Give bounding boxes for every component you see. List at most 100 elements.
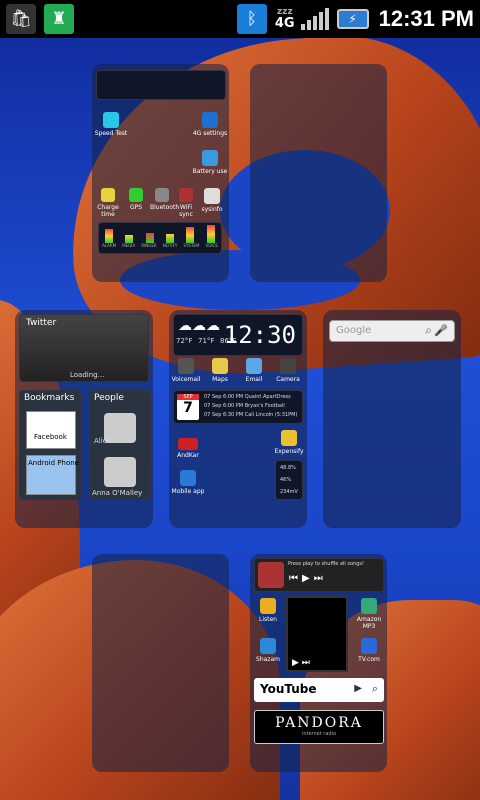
market-bag-icon[interactable]: 🛍 <box>6 4 36 34</box>
app-label: Shazam <box>256 656 280 663</box>
people-widget[interactable]: People Alice Anna O'Malley <box>89 390 151 500</box>
eq-label: ALARM <box>102 243 117 248</box>
power-label-4: WiFi sync <box>174 188 198 218</box>
twitter-status: Loading... <box>70 371 105 379</box>
app-label: TV.com <box>358 656 380 663</box>
app-label: Camera <box>276 376 300 383</box>
screen-3-thumbnail[interactable]: Twitter Loading... Bookmarks Facebook An… <box>15 310 153 528</box>
battery-icon: ⚡ <box>336 9 369 29</box>
contact-name: Anna O'Malley <box>92 489 143 497</box>
calendar-widget[interactable]: SEP 7 07 Sep 6:00 PM Quaint ApartDress 0… <box>173 390 303 424</box>
app-label: Email <box>245 376 263 383</box>
bookmarks-widget[interactable]: Bookmarks Facebook Android Phone <box>19 390 81 500</box>
calendar-date: SEP 7 <box>177 394 199 420</box>
youtube-logo: YouTube <box>260 682 317 696</box>
google-search-widget[interactable]: Google ⌕ 🎤 <box>329 320 455 342</box>
power-label: Charge time <box>97 204 119 218</box>
screen-1-thumbnail[interactable]: Speed Test 4G settings Battery use Charg… <box>92 64 229 282</box>
app-label: Amazon MP3 <box>356 616 382 630</box>
bookmark-thumb-1[interactable] <box>26 411 76 449</box>
search-icon[interactable]: ⌕ <box>425 323 432 338</box>
app-shazam[interactable]: Shazam <box>252 638 284 663</box>
app-amazon-mp3[interactable]: Amazon MP3 <box>352 598 386 630</box>
eq-label: SYSTEM <box>183 243 200 248</box>
people-title: People <box>94 393 124 403</box>
network-type: 4G <box>274 16 295 31</box>
app-label: Maps <box>212 376 228 383</box>
power-label-3: Bluetooth <box>150 188 179 211</box>
app-label: Speed Test <box>94 130 128 137</box>
app-email[interactable]: Email <box>239 358 269 383</box>
mini-stats-widget[interactable]: 48.8% 46% 234mV <box>275 460 303 500</box>
app-tvcom[interactable]: TV.com <box>352 638 386 663</box>
power-control-widget[interactable] <box>96 70 226 100</box>
app-andkar[interactable]: AndKar <box>171 438 205 459</box>
contact-avatar <box>104 457 136 487</box>
screen-4-thumbnail[interactable]: ☁☁☁ 72°F 71°F 86°F 12:30 Voicemail Maps … <box>169 310 307 528</box>
pandora-subtitle: internet radio <box>301 731 337 737</box>
video-controls[interactable]: ▶ ⏭ <box>292 658 310 668</box>
weather-temp: 72°F <box>176 337 193 345</box>
stat-value: 46% <box>280 477 292 483</box>
eq-label: RINGER <box>141 243 157 248</box>
app-label: Voicemail <box>171 376 201 383</box>
bookmark-label: Facebook <box>34 433 67 441</box>
castle-icon[interactable]: ♜ <box>44 4 74 34</box>
player-prompt: Press play to shuffle all songs! <box>288 561 365 567</box>
screen-6-thumbnail[interactable] <box>92 554 229 772</box>
twitter-widget[interactable]: Twitter Loading... <box>19 314 149 382</box>
eq-label: NOTIFY <box>162 243 178 248</box>
app-label: sysinfo <box>201 206 223 213</box>
youtube-widget[interactable]: YouTube ▶ ⌕ <box>254 678 384 702</box>
power-label-2: GPS <box>124 188 148 211</box>
clock-time: 12:30 <box>223 321 296 349</box>
search-icon[interactable]: ⌕ <box>372 682 378 696</box>
app-label: Battery use <box>192 168 228 175</box>
video-widget[interactable]: ▶ ⏭ <box>286 596 348 672</box>
app-camera[interactable]: Camera <box>273 358 303 383</box>
app-voicemail[interactable]: Voicemail <box>171 358 201 383</box>
weather-clock-widget[interactable]: ☁☁☁ 72°F 71°F 86°F 12:30 <box>173 314 303 356</box>
calendar-event: 07 Sep 6:00 PM Quaint ApartDress <box>204 394 291 400</box>
contact-name: Alice <box>94 437 111 445</box>
network-indicator: zzz 4G <box>274 8 295 31</box>
music-player-widget[interactable]: Press play to shuffle all songs! ⏮▶⏭ <box>254 558 384 592</box>
calendar-event: 07 Sep 6:00 PM Bryan's Football <box>204 403 285 409</box>
microphone-icon[interactable]: 🎤 <box>434 324 448 337</box>
signal-icon <box>300 8 329 30</box>
status-clock: 12:31 PM <box>378 6 474 31</box>
video-camera-icon[interactable]: ▶ <box>354 683 362 694</box>
app-label: Mobile app <box>171 488 205 495</box>
status-bar: 🛍 ♜ ᛒ zzz 4G ⚡ 12:31 PM <box>0 0 480 38</box>
bookmarks-title: Bookmarks <box>24 393 75 403</box>
pandora-logo: PANDORA <box>275 715 363 731</box>
app-maps[interactable]: Maps <box>205 358 235 383</box>
eq-label: MEDIA <box>122 243 136 248</box>
stat-value: 234mV <box>280 489 298 495</box>
search-placeholder: Google <box>336 325 372 336</box>
screen-2-thumbnail[interactable] <box>250 64 387 282</box>
app-label: Listen <box>259 616 277 623</box>
screen-5-thumbnail[interactable]: Google ⌕ 🎤 <box>323 310 461 528</box>
app-label: AndKar <box>177 452 199 459</box>
player-controls[interactable]: ⏮▶⏭ <box>289 573 327 584</box>
pandora-widget[interactable]: PANDORA internet radio <box>254 710 384 744</box>
eq-label: VOICE <box>205 243 218 248</box>
bookmark-label: Android Phone <box>28 459 79 467</box>
power-label: WiFi sync <box>179 204 193 218</box>
app-sysinfo[interactable]: sysinfo <box>196 188 228 213</box>
app-speed-test[interactable]: Speed Test <box>94 112 128 137</box>
app-4g-settings[interactable]: 4G settings <box>192 112 228 137</box>
app-battery-use[interactable]: Battery use <box>192 150 228 175</box>
app-listen[interactable]: Listen <box>252 598 284 623</box>
cloud-icon: ☁☁☁ <box>178 318 220 334</box>
app-label: 4G settings <box>192 130 228 137</box>
screen-7-thumbnail[interactable]: Press play to shuffle all songs! ⏮▶⏭ Lis… <box>250 554 387 772</box>
app-mobile[interactable]: Mobile app <box>171 470 205 495</box>
app-expensify[interactable]: Expensify <box>273 430 305 455</box>
calendar-event: 07 Sep 6:30 PM Call Lincoln (5:31PM) <box>204 412 298 418</box>
volume-widget[interactable]: ALARM MEDIA RINGER NOTIFY SYSTEM VOICE <box>98 222 222 254</box>
power-label-1: Charge time <box>96 188 120 218</box>
weather-temp: 71°F <box>198 337 215 345</box>
power-label: GPS <box>129 204 143 211</box>
